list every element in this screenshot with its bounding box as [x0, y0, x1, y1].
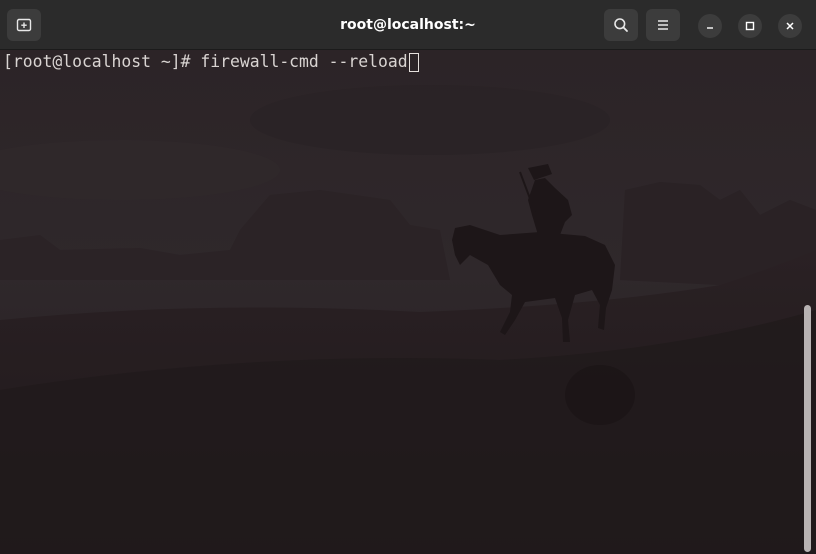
- title-bar: root@localhost:~: [0, 0, 816, 50]
- minimize-icon: [707, 27, 713, 29]
- search-icon: [614, 18, 628, 32]
- terminal-line: [root@localhost ~]# firewall-cmd --reloa…: [3, 52, 419, 72]
- maximize-button[interactable]: [738, 14, 762, 38]
- menu-button[interactable]: [646, 9, 680, 41]
- command-text: firewall-cmd --reload: [200, 52, 408, 71]
- maximize-icon: [745, 21, 755, 31]
- minimize-button[interactable]: [698, 14, 722, 38]
- scrollbar[interactable]: [804, 305, 811, 552]
- terminal-area[interactable]: [root@localhost ~]# firewall-cmd --reloa…: [0, 50, 816, 554]
- hamburger-menu-icon: [658, 20, 668, 30]
- window-title: root@localhost:~: [340, 17, 476, 33]
- new-tab-icon: [16, 18, 32, 32]
- new-tab-button[interactable]: [7, 9, 41, 41]
- close-icon: [786, 22, 794, 30]
- shell-prompt: [root@localhost ~]#: [3, 52, 201, 71]
- terminal-window: root@localhost:~ [root@localhost ~]# fir…: [0, 0, 816, 554]
- search-button[interactable]: [604, 9, 638, 41]
- text-cursor: [408, 52, 419, 72]
- background-image: [0, 50, 816, 554]
- window-title-area: root@localhost:~: [0, 0, 816, 50]
- close-button[interactable]: [778, 14, 802, 38]
